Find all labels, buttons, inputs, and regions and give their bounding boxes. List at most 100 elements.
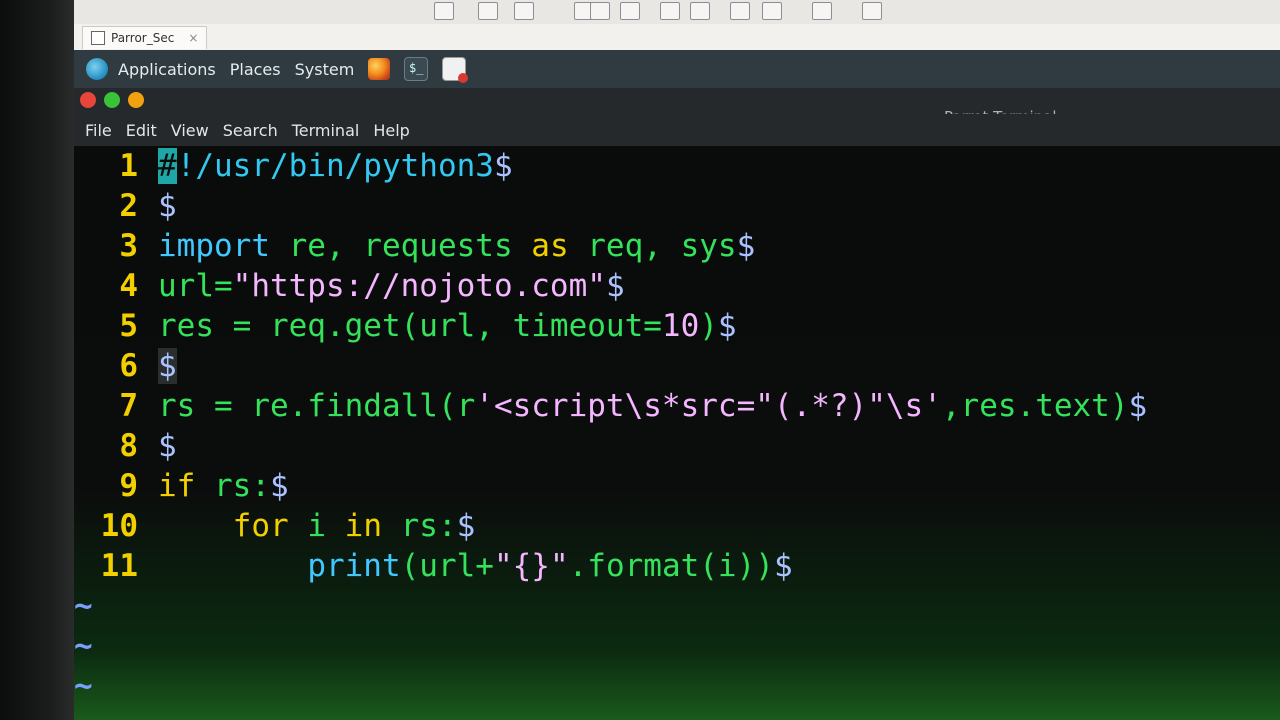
code-token: $ bbox=[158, 188, 177, 224]
vm-tab-label: Parror_Sec bbox=[111, 31, 175, 45]
code-token: $ bbox=[736, 228, 756, 264]
line-number: 5 bbox=[119, 308, 138, 344]
terminal-menubar: File Edit View Search Terminal Help bbox=[74, 114, 1280, 146]
code-token: $ bbox=[717, 308, 737, 344]
maximize-window-button[interactable] bbox=[104, 92, 120, 108]
code-line[interactable]: 10 for i in rs:$ bbox=[74, 508, 476, 548]
code-line[interactable]: 11 print(url+"{}".format(i))$ bbox=[74, 548, 793, 588]
code-token: (url+ bbox=[400, 548, 494, 584]
line-number: 7 bbox=[119, 388, 138, 424]
code-token: res = req.get(url, timeout= bbox=[158, 308, 662, 344]
code-line[interactable]: 3 import re, requests as req, sys$ bbox=[74, 228, 755, 268]
code-token: rs: bbox=[381, 508, 457, 544]
host-tool-icon[interactable] bbox=[590, 2, 610, 20]
vm-tab[interactable]: Parror_Sec × bbox=[82, 26, 208, 49]
code-token: $ bbox=[269, 468, 289, 504]
places-menu[interactable]: Places bbox=[230, 60, 281, 79]
code-token: $ bbox=[158, 428, 177, 464]
top-panel: Applications Places System $_ bbox=[74, 50, 1280, 88]
vm-icon bbox=[91, 31, 105, 45]
code-token: i bbox=[288, 508, 345, 544]
menu-terminal[interactable]: Terminal bbox=[292, 121, 360, 140]
menu-edit[interactable]: Edit bbox=[126, 121, 157, 140]
code-token: $ bbox=[456, 508, 476, 544]
code-token: !/usr/bin/python3 bbox=[176, 148, 494, 184]
code-token: in bbox=[344, 508, 382, 544]
host-tool-icon[interactable] bbox=[862, 2, 882, 20]
code-line[interactable]: 4 url="https://nojoto.com"$ bbox=[74, 268, 625, 308]
menu-search[interactable]: Search bbox=[223, 121, 278, 140]
host-tool-icon[interactable] bbox=[660, 2, 680, 20]
line-number: 2 bbox=[119, 188, 138, 224]
host-toolbar bbox=[74, 0, 1280, 25]
host-tool-icon[interactable] bbox=[434, 2, 454, 20]
line-number: 9 bbox=[119, 468, 138, 504]
code-token: re, requests bbox=[269, 228, 532, 264]
code-token: rs = re.findall(r bbox=[158, 388, 476, 424]
code-line[interactable]: 7 rs = re.findall(r'<script\s*src="(.*?)"… bbox=[74, 388, 1147, 428]
host-tool-icon[interactable] bbox=[478, 2, 498, 20]
minimize-window-button[interactable] bbox=[128, 92, 144, 108]
terminal-icon[interactable]: $_ bbox=[404, 57, 429, 81]
applications-menu[interactable]: Applications bbox=[118, 60, 216, 79]
code-token: rs: bbox=[195, 468, 270, 504]
line-number: 10 bbox=[100, 508, 138, 544]
menu-file[interactable]: File bbox=[85, 121, 112, 140]
terminal-editor[interactable]: 1 #!/usr/bin/python3$ 2 $3 import re, reques… bbox=[74, 146, 1280, 720]
empty-line-marker: ~ bbox=[74, 628, 93, 664]
code-line[interactable]: 5 res = req.get(url, timeout=10)$ bbox=[74, 308, 737, 348]
empty-line-marker: ~ bbox=[74, 668, 93, 704]
close-window-button[interactable] bbox=[80, 92, 96, 108]
menu-help[interactable]: Help bbox=[373, 121, 409, 140]
code-token: "https://nojoto.com" bbox=[232, 268, 606, 304]
host-tab-bar: Parror_Sec × bbox=[74, 24, 1280, 51]
code-token: $ bbox=[158, 348, 177, 384]
code-token: ,res.text) bbox=[941, 388, 1129, 424]
host-tool-icon[interactable] bbox=[762, 2, 782, 20]
close-icon[interactable]: × bbox=[188, 31, 198, 45]
code-token: req, sys bbox=[568, 228, 737, 264]
code-token: $ bbox=[605, 268, 625, 304]
host-tool-icon[interactable] bbox=[730, 2, 750, 20]
empty-line-marker: ~ bbox=[74, 588, 93, 624]
code-line[interactable]: 2 $ bbox=[74, 188, 177, 228]
line-number: 6 bbox=[119, 348, 138, 384]
code-line[interactable]: 8 $ bbox=[74, 428, 177, 468]
code-line[interactable]: 6 $ bbox=[74, 348, 177, 388]
line-number: 3 bbox=[119, 228, 138, 264]
monitor-bezel bbox=[0, 0, 74, 720]
window-titlebar: Parrot Terminal bbox=[74, 88, 1280, 126]
code-token: as bbox=[531, 228, 569, 264]
code-token: url= bbox=[158, 268, 233, 304]
code-token: "{}" bbox=[493, 548, 569, 584]
line-number: 1 bbox=[119, 148, 138, 184]
text-editor-icon[interactable] bbox=[442, 57, 469, 83]
code-token: if bbox=[158, 468, 196, 504]
code-token: print bbox=[307, 548, 401, 584]
code-token: $ bbox=[773, 548, 793, 584]
line-number: 4 bbox=[119, 268, 138, 304]
code-line[interactable]: 1 #!/usr/bin/python3$ bbox=[74, 148, 513, 188]
code-token: for bbox=[232, 508, 289, 544]
code-line[interactable]: 9 if rs:$ bbox=[74, 468, 289, 508]
host-tool-icon[interactable] bbox=[690, 2, 710, 20]
parrot-logo-icon[interactable] bbox=[86, 58, 108, 80]
code-token: import bbox=[158, 228, 270, 264]
text-cursor: # bbox=[158, 148, 177, 184]
code-token: $ bbox=[1128, 388, 1148, 424]
host-tool-icon[interactable] bbox=[812, 2, 832, 20]
system-menu[interactable]: System bbox=[295, 60, 355, 79]
line-number: 11 bbox=[100, 548, 138, 584]
host-tool-icon[interactable] bbox=[514, 2, 534, 20]
code-token: 10 bbox=[661, 308, 700, 344]
code-token: ) bbox=[699, 308, 718, 344]
firefox-icon[interactable] bbox=[368, 58, 391, 80]
host-tool-icon[interactable] bbox=[620, 2, 640, 20]
code-token: $ bbox=[493, 148, 513, 184]
line-number: 8 bbox=[119, 428, 138, 464]
code-token: '<script\s*src="(.*?)"\s' bbox=[475, 388, 942, 424]
menu-view[interactable]: View bbox=[171, 121, 209, 140]
code-token: .format(i)) bbox=[568, 548, 774, 584]
